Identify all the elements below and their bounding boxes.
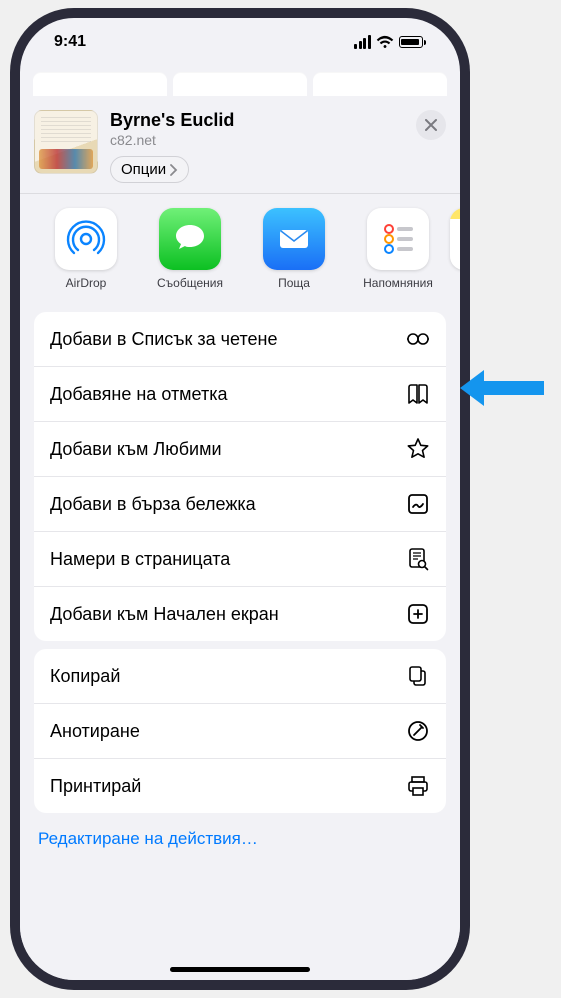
page-subtitle: c82.net — [110, 132, 404, 148]
mail-icon — [263, 208, 325, 270]
page-title: Byrne's Euclid — [110, 110, 404, 131]
app-label: AirDrop — [34, 276, 138, 290]
bookmark-icon — [406, 382, 430, 406]
action-add-to-favorites[interactable]: Добави към Любими — [34, 422, 446, 477]
action-label: Анотиране — [50, 721, 140, 742]
home-screen-icon — [406, 602, 430, 626]
status-indicators — [354, 35, 426, 49]
action-print[interactable]: Принтирай — [34, 759, 446, 813]
edit-actions-link[interactable]: Редактиране на действия… — [20, 813, 460, 865]
notes-icon — [450, 208, 460, 270]
share-app-notes-partial[interactable] — [450, 208, 460, 290]
options-button[interactable]: Опции — [110, 156, 189, 183]
wifi-icon — [376, 35, 394, 49]
action-label: Добави към Начален екран — [50, 604, 279, 625]
action-group-1: Добави в Списък за четене Добавяне на от… — [34, 312, 446, 641]
action-label: Копирай — [50, 666, 120, 687]
status-time: 9:41 — [54, 33, 86, 51]
reminders-icon — [367, 208, 429, 270]
action-find-in-page[interactable]: Намери в страницата — [34, 532, 446, 587]
action-add-to-home-screen[interactable]: Добави към Начален екран — [34, 587, 446, 641]
page-thumbnail — [34, 110, 98, 174]
share-apps-row[interactable]: AirDrop Съобщения Поща — [20, 194, 460, 304]
battery-icon — [399, 36, 427, 48]
close-button[interactable] — [416, 110, 446, 140]
app-label: Съобщения — [138, 276, 242, 290]
action-label: Принтирай — [50, 776, 141, 797]
messages-icon — [159, 208, 221, 270]
share-app-mail[interactable]: Поща — [242, 208, 346, 290]
options-label: Опции — [121, 161, 166, 178]
action-group-2: Копирай Анотиране Принтирай — [34, 649, 446, 813]
find-icon — [406, 547, 430, 571]
airdrop-icon — [55, 208, 117, 270]
markup-icon — [406, 719, 430, 743]
chevron-right-icon — [170, 164, 178, 176]
home-indicator[interactable] — [170, 967, 310, 972]
share-app-airdrop[interactable]: AirDrop — [34, 208, 138, 290]
quick-note-icon — [406, 492, 430, 516]
action-add-bookmark[interactable]: Добавяне на отметка — [34, 367, 446, 422]
reading-list-icon — [406, 327, 430, 351]
action-label: Добави в Списък за четене — [50, 329, 277, 350]
share-app-messages[interactable]: Съобщения — [138, 208, 242, 290]
status-bar: 9:41 — [20, 18, 460, 66]
action-copy[interactable]: Копирай — [34, 649, 446, 704]
action-add-quick-note[interactable]: Добави в бърза бележка — [34, 477, 446, 532]
action-label: Добавяне на отметка — [50, 384, 228, 405]
action-markup[interactable]: Анотиране — [34, 704, 446, 759]
action-label: Намери в страницата — [50, 549, 230, 570]
close-icon — [425, 119, 437, 131]
print-icon — [406, 774, 430, 798]
star-icon — [406, 437, 430, 461]
cellular-signal-icon — [354, 35, 371, 49]
action-add-to-reading-list[interactable]: Добави в Списък за четене — [34, 312, 446, 367]
callout-arrow-icon — [460, 370, 544, 406]
app-label: Напомняния — [346, 276, 450, 290]
background-tabs — [20, 66, 460, 96]
share-app-reminders[interactable]: Напомняния — [346, 208, 450, 290]
action-label: Добави към Любими — [50, 439, 222, 460]
action-label: Добави в бърза бележка — [50, 494, 256, 515]
app-label: Поща — [242, 276, 346, 290]
share-sheet: Byrne's Euclid c82.net Опции — [20, 96, 460, 980]
copy-icon — [406, 664, 430, 688]
